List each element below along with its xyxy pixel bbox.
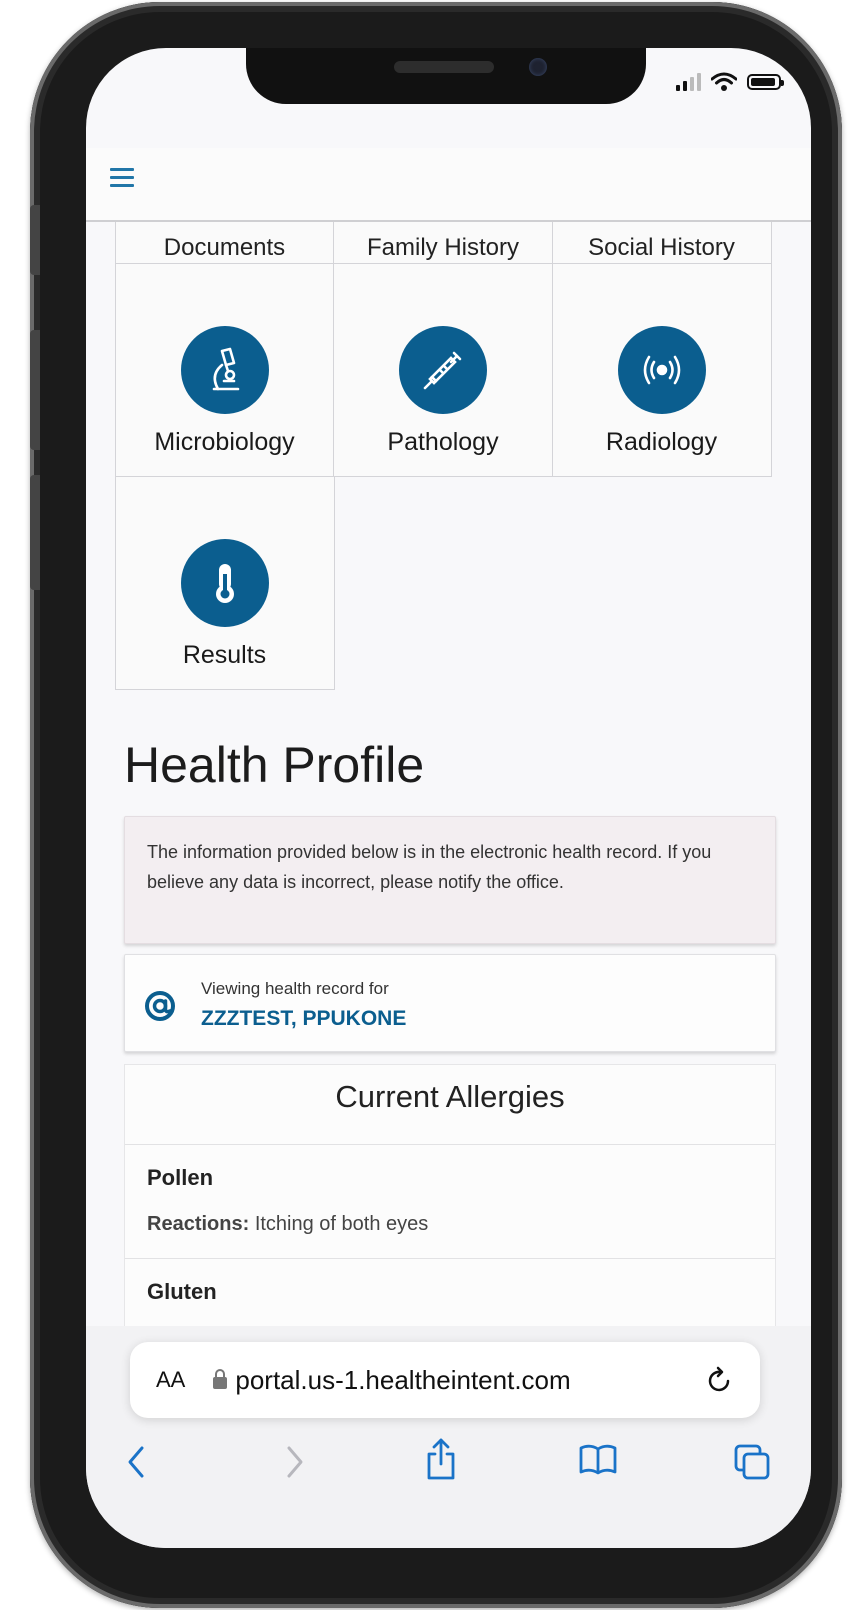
allergy-reactions: Reactions: Itching of both eyes xyxy=(147,1191,753,1258)
text-size-button[interactable]: AA xyxy=(156,1367,185,1393)
thermometer-icon xyxy=(180,538,269,627)
phone-screen: Documents Family History Social History … xyxy=(86,48,811,1548)
tile-grid: Documents Family History Social History … xyxy=(114,206,776,690)
cellular-signal-icon xyxy=(676,73,701,91)
notch xyxy=(246,48,646,104)
viewing-record-card: Viewing health record for ZZZTEST, PPUKO… xyxy=(124,954,776,1052)
app-header xyxy=(86,148,811,222)
tile-label: Results xyxy=(182,640,267,669)
tile-results[interactable]: Results xyxy=(114,475,335,690)
url-text[interactable]: portal.us-1.healtheintent.com xyxy=(235,1365,706,1396)
syringe-icon xyxy=(399,326,487,414)
menu-icon[interactable] xyxy=(110,168,134,188)
browser-bottom-bar: AA portal.us-1.healtheintent.com xyxy=(86,1326,811,1548)
patient-name-link[interactable]: ZZZTEST, PPUKONE xyxy=(201,1007,406,1031)
address-bar[interactable]: AA portal.us-1.healtheintent.com xyxy=(130,1342,760,1418)
bookmarks-icon[interactable] xyxy=(578,1442,618,1478)
tile-row: Results xyxy=(114,475,776,690)
volume-down-button xyxy=(30,475,40,590)
microscope-icon xyxy=(180,326,269,414)
forward-icon[interactable] xyxy=(279,1442,309,1482)
status-bar xyxy=(676,72,784,92)
allergy-name: Gluten xyxy=(147,1279,217,1304)
page-title: Health Profile xyxy=(124,737,425,793)
tile-label: Social History xyxy=(588,233,735,261)
tile-label: Microbiology xyxy=(154,428,295,456)
viewing-label: Viewing health record for xyxy=(201,979,389,998)
browser-toolbar xyxy=(86,1438,811,1502)
reactions-label: Reactions: xyxy=(147,1213,250,1235)
battery-icon xyxy=(747,74,784,90)
speaker xyxy=(394,61,494,73)
mute-switch xyxy=(30,205,40,275)
volume-up-button xyxy=(30,330,40,450)
allergy-item: Gluten xyxy=(125,1259,775,1305)
ehr-notice: The information provided below is in the… xyxy=(124,816,776,944)
front-camera xyxy=(529,58,547,76)
tile-label: Documents xyxy=(163,233,286,261)
tile-label: Family History xyxy=(366,233,519,261)
wifi-icon xyxy=(711,72,737,91)
allergy-item: Pollen Reactions: Itching of both eyes xyxy=(125,1145,775,1259)
share-icon[interactable] xyxy=(424,1436,458,1482)
tile-radiology[interactable]: Radiology xyxy=(551,263,772,477)
tile-microbiology[interactable]: Microbiology xyxy=(114,263,335,477)
allergy-name: Pollen xyxy=(147,1165,214,1190)
reload-icon[interactable] xyxy=(706,1365,734,1395)
tile-label: Radiology xyxy=(605,428,718,456)
at-sign-icon xyxy=(145,991,175,1021)
radio-waves-icon xyxy=(617,326,706,414)
reactions-value: Itching of both eyes xyxy=(254,1213,429,1235)
tile-pathology[interactable]: Pathology xyxy=(333,263,553,477)
allergies-heading: Current Allergies xyxy=(125,1065,775,1145)
tabs-icon[interactable] xyxy=(732,1442,772,1482)
tile-row: Microbiology Pathology Radiology xyxy=(114,263,776,477)
back-icon[interactable] xyxy=(122,1442,152,1482)
tile-label: Pathology xyxy=(387,428,499,456)
lock-icon xyxy=(213,1369,228,1389)
